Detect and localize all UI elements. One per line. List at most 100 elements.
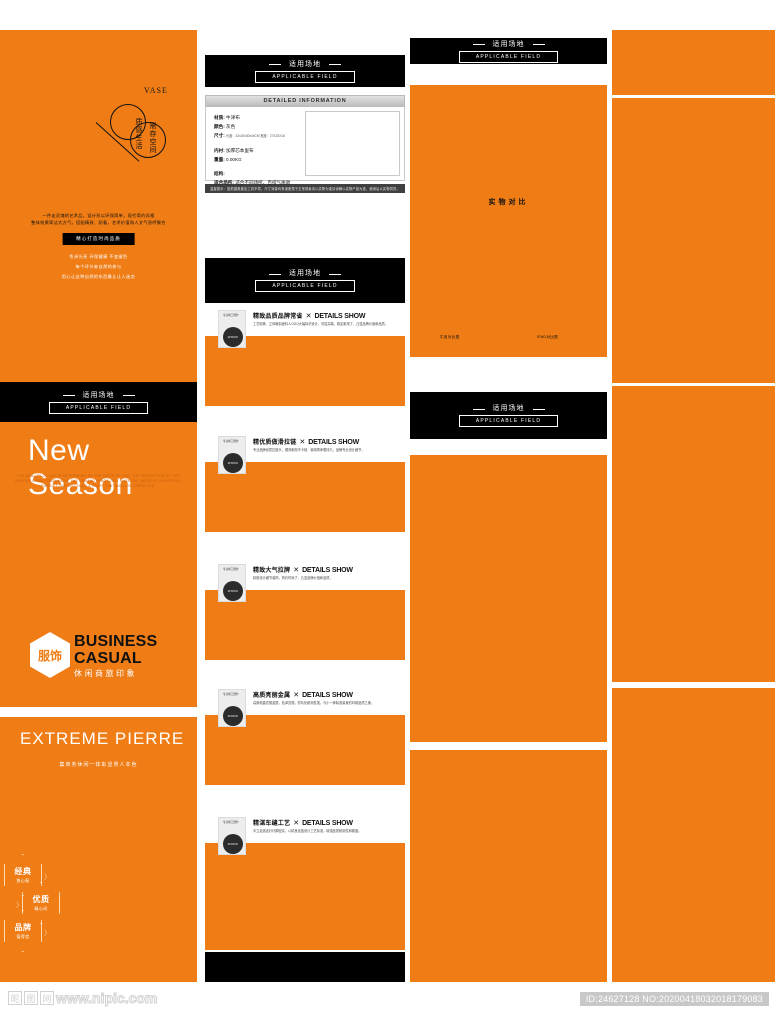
extreme-pierre-title: EXTREME PIERRE: [20, 729, 185, 748]
comparison-panel: 实物对比 牛皮对比图 IPAD对比图: [410, 85, 607, 357]
banner-en-label: APPLICABLE FIELD: [458, 50, 559, 63]
cross-icon: ✕: [293, 692, 300, 699]
brand-name-line-2: CASUAL: [74, 650, 142, 667]
spec-product-image-placeholder: [305, 111, 400, 176]
details-thumbnail-badge: WORK: [223, 581, 243, 601]
details-title-en: DETAILS SHOW: [314, 313, 366, 320]
spec-value-lining: 加厚芯本里布: [226, 148, 254, 153]
hero-paragraph: 一件走灵魂的艺术品，设计形以环保简单，现代简约风格 整体效果简洁大方气，搭配精致…: [0, 212, 197, 226]
far-right-image-block-2: [612, 98, 775, 383]
new-season-title: New Season: [28, 434, 133, 501]
comparison-label-left: 牛皮对比图: [440, 335, 460, 339]
detailed-information-panel: DETAILED INFORMATION 材质: 牛津布 颜色: 灰色 尺寸: …: [205, 95, 405, 194]
badge-classic-title: 经典: [14, 867, 32, 876]
spec-row-size: 尺寸: 长度：32x20x30x40CM 宽度：27X20X16: [214, 131, 303, 141]
hero-subtext: 色泽光亮 环保健康 不变褪色 每个环节来自然的参与 用心让这种自然的东西最让让人…: [0, 252, 197, 282]
details-title-en: DETAILS SHOW: [308, 439, 360, 446]
comparison-label-right: IPAD对比图: [537, 335, 559, 339]
details-description: 工艺精美、立体裁剪面料人OGO大幅标识设计，尽显高端、稳定耐用了，凸显品牌价值和…: [253, 322, 388, 326]
spec-row-structure: 结构:: [214, 169, 303, 178]
details-description: 高频电镀亮丽金属，色泽亮丽，防氧化耐用性强，与小一种精准量身的印制品质之美。: [253, 701, 375, 705]
watermark-url: www.nipic.com: [55, 990, 158, 1007]
hero-divider: [0, 707, 197, 717]
banner-en-label: APPLICABLE FIELD: [255, 70, 355, 83]
details-thumbnail: 专业精工细作 WORK: [218, 310, 246, 348]
details-thumbnail: 专业精工细作 WORK: [218, 689, 246, 727]
brand-hexagon-label: 服饰: [37, 648, 62, 663]
spec-row-color: 颜色: 灰色: [214, 122, 303, 131]
comparison-title: 实物对比: [488, 199, 529, 206]
new-season-subtext-line-3: PURSUIT ONE WILL HAVE A HEART THAT WILL …: [41, 484, 156, 488]
badge-quality-title: 优质: [32, 895, 50, 904]
spec-key-material: 材质:: [214, 115, 225, 120]
vase-label: VASE: [144, 86, 168, 95]
hero-bottom-panel: EXTREME PIERRE 集商务休闲一体彰显男人本色 经典 独心配 〉 优质…: [0, 717, 197, 982]
hero-subtext-line-2: 每个环节来自然的参与: [75, 264, 122, 269]
chevron-right-icon-1: 〉: [44, 874, 51, 881]
new-season-subtext: THE QUALITY OF LIFE IS DETERMINED BY THE…: [0, 474, 197, 489]
cross-icon: ✕: [293, 567, 300, 574]
far-right-image-block-3: [612, 386, 775, 682]
far-right-image-block-4: [612, 688, 775, 982]
details-description: 专业品牌优质拉链头，顺滑耐用不卡顿，使用寿命更持久，品牌专业设计细节。: [253, 448, 365, 452]
spec-key-occasion: 适合场所:: [214, 180, 234, 185]
chevron-right-icon-2: 〉: [16, 902, 23, 909]
details-image-placeholder: [205, 843, 405, 950]
applicable-field-banner-right-2: 适用场地 APPLICABLE FIELD: [410, 392, 607, 439]
vertical-text-1: 质感生活: [135, 118, 142, 150]
details-thumbnail: 专业精工细作 WORK: [218, 564, 246, 602]
cross-icon: ✕: [293, 820, 300, 827]
far-right-image-block-1: [612, 30, 775, 95]
applicable-field-banner-mid-2: 适用场地 APPLICABLE FIELD: [205, 258, 405, 303]
details-row: 专业精工细作 WORK 精致品质品牌常省 ✕ DETAILS SHOW 工艺精美…: [205, 308, 405, 406]
details-title-en: DETAILS SHOW: [302, 820, 353, 827]
banner-cn-label: 适用场地: [62, 391, 135, 400]
cross-icon: ✕: [299, 439, 306, 446]
details-description: 精致设计细节装饰，简约时尚了，凸显品牌价值和品质。: [253, 576, 333, 580]
banner-cn-label: 适用场地: [269, 60, 341, 69]
details-title-cn: 精湛车缝工艺: [253, 821, 291, 827]
spec-value-size: 长度：32x20x30x40CM 宽度：27X20X16: [226, 134, 285, 138]
spec-row-weight: 重量: 0.00KG: [214, 155, 303, 164]
spec-key-weight: 重量:: [214, 157, 225, 162]
banner-cn-label: 适用场地: [472, 40, 545, 49]
spec-row-material: 材质: 牛津布: [214, 113, 303, 122]
footer-watermark-bar: 昵 图 网 www.nipic.com ID:24627128 NO:20200…: [0, 984, 775, 1024]
brand-hexagon-icon: 服饰: [30, 632, 70, 678]
details-thumbnail-caption: 专业精工细作: [223, 568, 239, 571]
details-title-en: DETAILS SHOW: [302, 692, 353, 699]
image-id-badge: ID:24627128 NO:20200418032018179083: [579, 992, 769, 1006]
details-thumbnail-badge: WORK: [223, 834, 243, 854]
chevron-right-icon-3: 〉: [44, 930, 51, 937]
nipic-watermark: 昵 图 网 www.nipic.com: [8, 990, 158, 1007]
hero-subtext-line-1: 色泽光亮 环保健康 不变褪色: [69, 254, 128, 259]
details-row: 专业精工细作 WORK 精致大气拉牌 ✕ DETAILS SHOW 精致设计细节…: [205, 562, 405, 660]
badge-classic-sub: 独心配: [16, 878, 30, 883]
right-image-block-3: [410, 750, 607, 982]
watermark-glyph-3: 网: [40, 991, 54, 1005]
feature-badges: 经典 独心配 〉 优质 精心间 〉 品牌 值得信 〉: [2, 854, 92, 952]
details-thumbnail-caption: 专业精工细作: [223, 440, 239, 443]
details-thumbnail-badge: WORK: [223, 327, 243, 347]
badge-brand-sub: 值得信: [16, 934, 30, 939]
watermark-glyph-2: 图: [24, 991, 38, 1005]
spec-key-lining: 内衬:: [214, 148, 225, 153]
spec-value-occasion: 适合不同场所、百搭气质款: [235, 180, 291, 185]
spec-value-material: 牛津布: [226, 115, 240, 120]
spec-key-structure: 结构:: [214, 171, 225, 176]
spec-key-color: 颜色:: [214, 124, 225, 129]
hero-mid-panel: New Season THE QUALITY OF LIFE IS DETERM…: [0, 422, 197, 707]
brand-tagline: 休闲商旅印象: [74, 669, 137, 678]
spec-rows: 材质: 牛津布 颜色: 灰色 尺寸: 长度：32x20x30x40CM 宽度：2…: [210, 111, 305, 185]
mid-bottom-bar: [205, 952, 405, 982]
banner-cn-label: 适用场地: [472, 404, 545, 413]
details-thumbnail-badge: WORK: [223, 453, 243, 473]
cross-icon: ✕: [305, 313, 312, 320]
spec-key-size: 尺寸:: [214, 133, 225, 138]
right-image-block-2: [410, 455, 607, 742]
applicable-field-banner-right-1: 适用场地 APPLICABLE FIELD: [410, 38, 607, 64]
details-thumbnail: 专业精工细作 WORK: [218, 436, 246, 474]
details-row: 专业精工细作 WORK 精优质做滑拉链 ✕ DETAILS SHOW 专业品牌优…: [205, 434, 405, 532]
spec-table-header: DETAILED INFORMATION: [205, 95, 405, 107]
hero-subtext-line-3: 用心让这种自然的东西最让让人迷恋: [61, 274, 136, 279]
